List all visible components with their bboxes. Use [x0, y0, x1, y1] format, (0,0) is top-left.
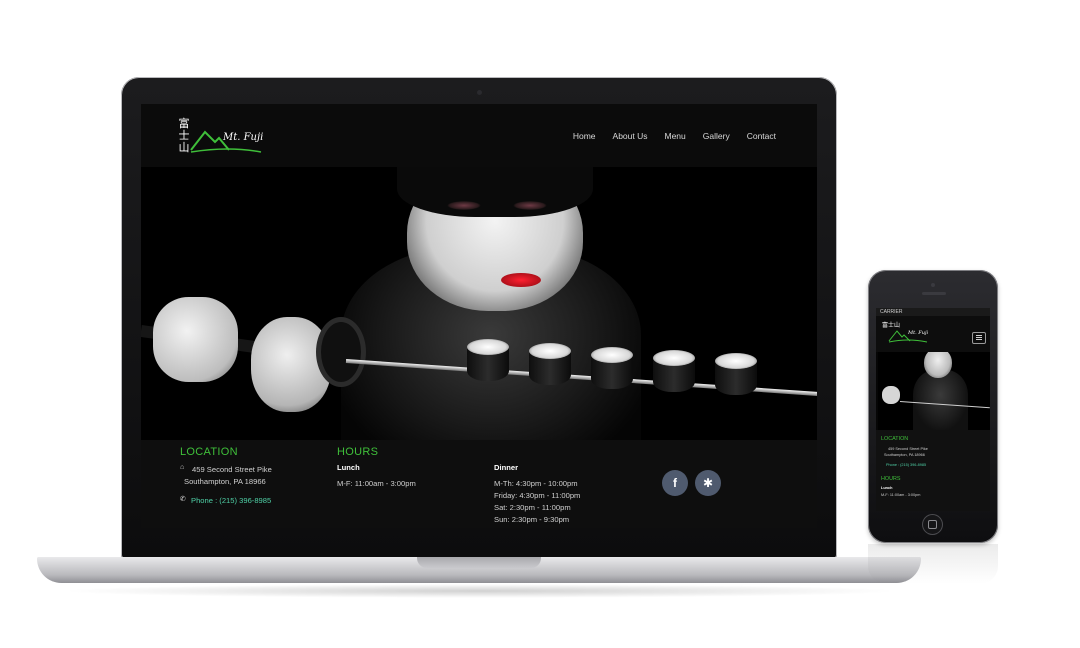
- phone-info-section: LOCATION 459 Second Street Pike Southamp…: [876, 430, 990, 511]
- dinner-title: Dinner: [494, 463, 519, 472]
- phone-location-street: 459 Second Street Pike: [888, 447, 928, 451]
- phone-carrier: CARRIER: [880, 309, 903, 315]
- site-logo[interactable]: 富士山 Mt. Fuji: [177, 118, 264, 158]
- hero-sushi-roll: [715, 353, 757, 397]
- phone-hours-heading: HOURS: [881, 476, 901, 482]
- hero-sushi-roll: [653, 350, 695, 394]
- hamburger-menu-icon[interactable]: [972, 332, 986, 344]
- hours-heading: HOURS: [337, 446, 379, 458]
- laptop-shadow: [60, 584, 900, 598]
- phone-reflection: [868, 544, 998, 584]
- location-phone-link[interactable]: Phone : (215) 396-8985: [191, 496, 271, 505]
- nav-menu[interactable]: Menu: [665, 131, 686, 141]
- main-nav: Home About Us Menu Gallery Contact: [573, 131, 776, 141]
- phone-lunch-title: Lunch: [881, 486, 893, 490]
- dinner-hours-sun: Sun: 2:30pm - 9:30pm: [494, 515, 570, 524]
- phone-hero-robe: [913, 370, 968, 430]
- phone-site-header: 富士山 Mt. Fuji: [876, 316, 990, 352]
- location-heading: LOCATION: [180, 446, 238, 458]
- hero-lips: [501, 273, 541, 287]
- phone-lunch-hours: M-F: 11:00am - 3:00pm: [881, 493, 921, 497]
- phone-camera: [931, 283, 935, 287]
- hero-sushi-roll: [529, 343, 571, 387]
- hero-hair: [397, 167, 593, 217]
- phone-screen: CARRIER 富士山 Mt. Fuji LOCATION 459 Second…: [876, 308, 990, 511]
- home-icon: ⌂: [180, 464, 185, 471]
- phone-location-heading: LOCATION: [881, 436, 909, 442]
- laptop-camera: [477, 90, 482, 95]
- phone-hero-image: [878, 352, 990, 430]
- nav-home[interactable]: Home: [573, 131, 596, 141]
- yelp-icon[interactable]: ✱: [695, 470, 721, 496]
- nav-contact[interactable]: Contact: [747, 131, 776, 141]
- phone-speaker: [922, 292, 946, 295]
- laptop-screen: 富士山 Mt. Fuji Home About Us Menu Gallery …: [141, 104, 817, 528]
- location-street: 459 Second Street Pike: [192, 465, 272, 474]
- facebook-icon[interactable]: f: [662, 470, 688, 496]
- hero-image: [141, 167, 817, 440]
- phone-logo-text: Mt. Fuji: [908, 330, 929, 336]
- phone-home-button[interactable]: [922, 514, 943, 535]
- location-city: Southampton, PA 18966: [184, 477, 266, 486]
- dinner-hours-sat: Sat: 2:30pm - 11:00pm: [494, 503, 571, 512]
- nav-gallery[interactable]: Gallery: [703, 131, 730, 141]
- hero-sushi-roll: [591, 347, 633, 391]
- phone-icon: ✆: [180, 496, 186, 503]
- logo-text: Mt. Fuji: [223, 132, 264, 143]
- hero-sword-guard: [316, 317, 366, 387]
- phone-hero-hand: [882, 386, 900, 404]
- dinner-hours-mth: M-Th: 4:30pm - 10:00pm: [494, 479, 578, 488]
- laptop-notch: [417, 557, 541, 568]
- lunch-hours: M-F: 11:00am - 3:00pm: [337, 479, 416, 488]
- hero-eye-right: [513, 201, 547, 210]
- phone-site-logo[interactable]: 富士山 Mt. Fuji: [882, 322, 932, 346]
- dinner-hours-fri: Friday: 4:30pm - 11:00pm: [494, 491, 581, 500]
- phone-status-bar: CARRIER: [876, 308, 990, 316]
- lunch-title: Lunch: [337, 463, 360, 472]
- hero-sushi-roll: [467, 339, 509, 383]
- phone-location-city: Southampton, PA 18966: [884, 453, 925, 457]
- site-header: 富士山 Mt. Fuji Home About Us Menu Gallery …: [141, 104, 817, 167]
- phone-location-phone-link[interactable]: Phone : (215) 396-8985: [886, 463, 926, 467]
- hero-hand-left: [153, 297, 238, 382]
- nav-about-us[interactable]: About Us: [613, 131, 648, 141]
- hero-eye-left: [447, 201, 481, 210]
